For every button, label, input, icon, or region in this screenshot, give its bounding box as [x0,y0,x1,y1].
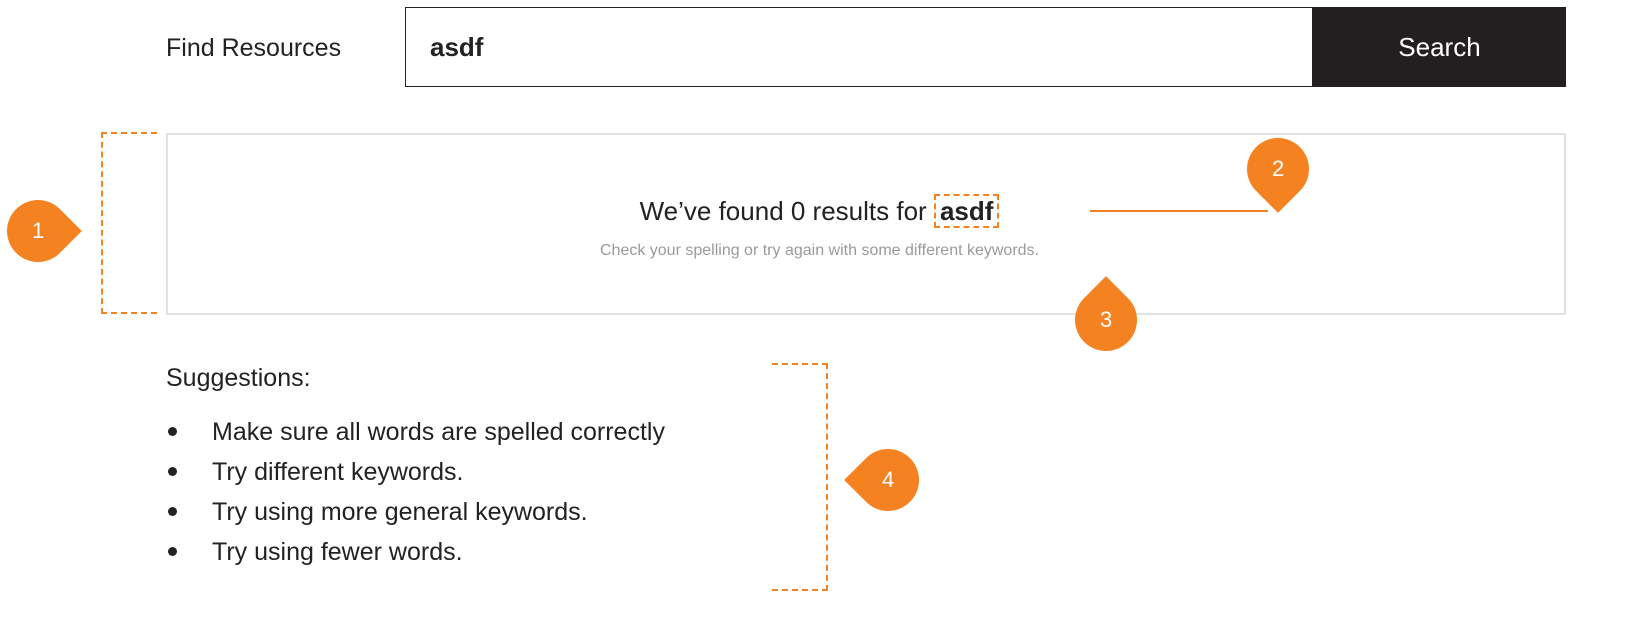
suggestions-list: Make sure all words are spelled correctl… [168,412,665,572]
results-query: asdf [933,194,1000,228]
suggestion-text: Make sure all words are spelled correctl… [212,418,665,446]
results-heading-prefix: We’ve found 0 results for [639,196,927,226]
bullet-icon [168,467,177,476]
suggestion-item: Make sure all words are spelled correctl… [168,412,665,452]
annotation-badge-4: 4 [844,436,932,524]
suggestion-text: Try different keywords. [212,458,464,486]
suggestion-item: Try different keywords. [168,452,665,492]
search-input[interactable] [430,8,1290,86]
annotation-connector-2 [1090,210,1268,212]
annotation-bracket-1 [101,132,157,314]
annotation-bracket-4 [772,363,828,591]
bullet-icon [168,427,177,436]
suggestions-title: Suggestions: [166,364,311,392]
bullet-icon [168,507,177,516]
suggestion-item: Try using more general keywords. [168,492,665,532]
search-field[interactable] [405,7,1313,87]
suggestion-text: Try using fewer words. [212,538,463,566]
suggestion-item: Try using fewer words. [168,532,665,572]
bullet-icon [168,547,177,556]
find-resources-label: Find Resources [166,34,342,62]
search-button[interactable]: Search [1313,7,1566,87]
results-subtext: Check your spelling or try again with so… [599,242,1039,259]
suggestion-text: Try using more general keywords. [212,498,588,526]
results-heading: We’ve found 0 results for asdf [0,194,1639,228]
